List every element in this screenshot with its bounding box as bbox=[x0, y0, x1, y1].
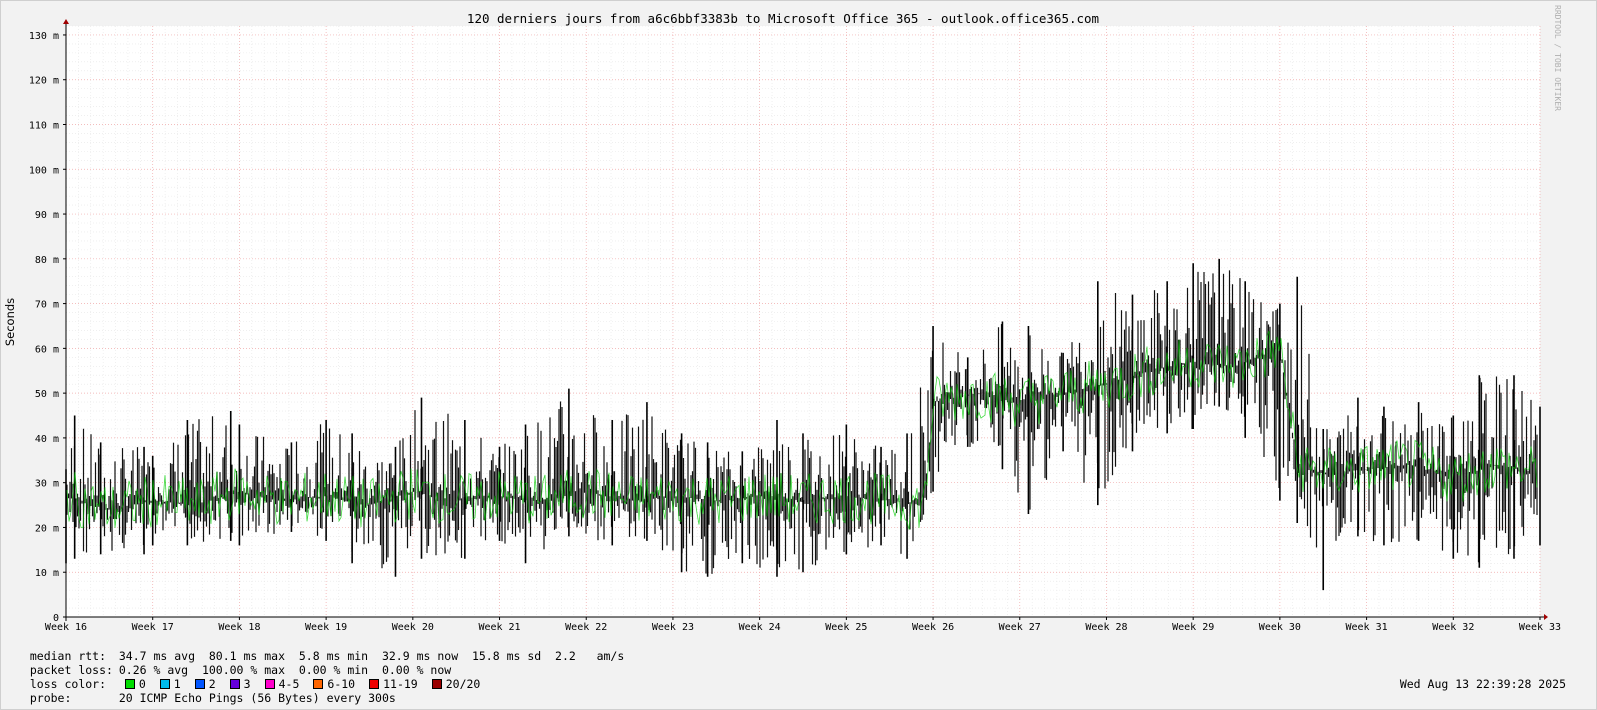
x-tick-label: Week 24 bbox=[739, 622, 781, 633]
y-tick-label: 110 m bbox=[29, 121, 59, 132]
generated-date: Wed Aug 13 22:39:28 2025 bbox=[1399, 677, 1566, 691]
loss-color-item: 20/20 bbox=[426, 677, 481, 691]
y-tick-label: 20 m bbox=[35, 523, 59, 534]
x-tick-label: Week 20 bbox=[392, 622, 434, 633]
loss-color-swatch bbox=[431, 679, 442, 689]
y-tick-label: 100 m bbox=[29, 165, 59, 176]
x-tick-label: Week 31 bbox=[1346, 622, 1388, 633]
x-axis-arrow bbox=[1544, 614, 1548, 620]
loss-color-value: 20/20 bbox=[445, 677, 481, 691]
x-tick-label: Week 27 bbox=[999, 622, 1041, 633]
x-tick-label: Week 25 bbox=[825, 622, 867, 633]
x-tick-label: Week 21 bbox=[478, 622, 520, 633]
probe-row: probe: 20 ICMP Echo Pings (56 Bytes) ever… bbox=[16, 677, 396, 705]
x-tick-label: Week 26 bbox=[912, 622, 954, 633]
y-tick-label: 90 m bbox=[35, 210, 59, 221]
y-tick-label: 60 m bbox=[35, 344, 59, 355]
x-tick-label: Week 33 bbox=[1519, 622, 1561, 633]
y-axis-label: Seconds bbox=[3, 298, 17, 346]
x-tick-label: Week 17 bbox=[132, 622, 174, 633]
latency-chart: 120 derniers jours from a6c6bbf3383b to … bbox=[3, 5, 1562, 633]
x-tick-label: Week 29 bbox=[1172, 622, 1214, 633]
x-tick-label: Week 22 bbox=[565, 622, 607, 633]
probe-description: 20 ICMP Echo Pings (56 Bytes) every 300s bbox=[118, 691, 396, 705]
x-tick-label: Week 16 bbox=[45, 622, 87, 633]
x-tick-label: Week 28 bbox=[1085, 622, 1127, 633]
y-tick-label: 10 m bbox=[35, 568, 59, 579]
rrdtool-watermark: RRDTOOL / TOBI OETIKER bbox=[1553, 5, 1562, 111]
x-tick-label: Week 32 bbox=[1432, 622, 1474, 633]
y-tick-label: 130 m bbox=[29, 31, 59, 42]
y-tick-label: 70 m bbox=[35, 300, 59, 311]
y-tick-label: 80 m bbox=[35, 255, 59, 266]
chart-title: 120 derniers jours from a6c6bbf3383b to … bbox=[467, 11, 1099, 26]
x-tick-label: Week 19 bbox=[305, 622, 347, 633]
y-tick-label: 120 m bbox=[29, 76, 59, 87]
probe-label: probe: bbox=[29, 691, 72, 705]
y-tick-label: 50 m bbox=[35, 389, 59, 400]
y-axis-arrow bbox=[63, 19, 69, 24]
x-tick-label: Week 23 bbox=[652, 622, 694, 633]
y-tick-label: 30 m bbox=[35, 479, 59, 490]
x-tick-label: Week 18 bbox=[218, 622, 260, 633]
y-tick-label: 40 m bbox=[35, 434, 59, 445]
x-tick-label: Week 30 bbox=[1259, 622, 1301, 633]
